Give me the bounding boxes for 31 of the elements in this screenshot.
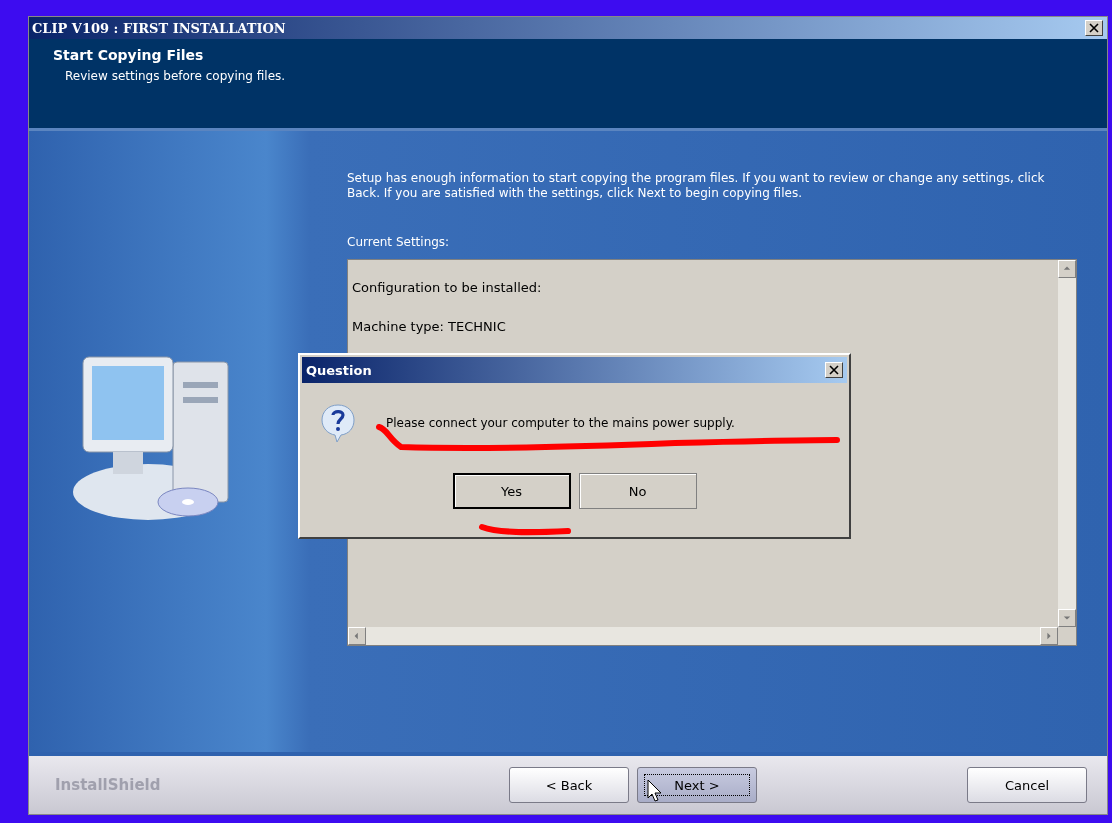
dialog-close-button[interactable] [825, 362, 843, 378]
settings-label: Current Settings: [347, 235, 451, 249]
up-arrow-icon [1063, 265, 1071, 273]
dialog-button[interactable]: Yes [452, 473, 571, 509]
settings-line: Machine type: TECHNIC [352, 319, 507, 334]
brand-label: InstallShield [55, 776, 162, 794]
left-arrow-icon [353, 632, 361, 640]
scroll-left-button[interactable] [348, 627, 366, 645]
intro-text: Setup has enough information to start copying the program files. If you want to review or change any settings, click Back. If you are satisfied with the settings, click Next to begin copying files. [347, 171, 1046, 201]
wizard-button[interactable]: Next > [637, 767, 757, 803]
step-title: Start Copying Files [53, 47, 205, 63]
mouse-pointer-icon [647, 779, 663, 803]
horizontal-scrollbar[interactable] [348, 627, 1058, 645]
scroll-up-button[interactable] [1058, 260, 1076, 278]
close-icon [829, 365, 839, 375]
vertical-scrollbar[interactable] [1058, 260, 1076, 627]
window-title: CLIP V109 : FIRST INSTALLATION [32, 20, 286, 36]
dialog-button[interactable]: No [578, 473, 697, 509]
wizard-button[interactable]: Cancel [967, 767, 1087, 803]
question-icon [320, 403, 356, 443]
close-button[interactable] [1085, 20, 1103, 36]
down-arrow-icon [1063, 614, 1071, 622]
dialog-title: Question [306, 362, 372, 378]
close-icon [1089, 23, 1099, 33]
dialog-message: Please connect your computer to the mains power supply. [386, 416, 735, 430]
scroll-down-button[interactable] [1058, 609, 1076, 627]
settings-line: Configuration to be installed: [352, 280, 543, 295]
wizard-button[interactable]: < Back [509, 767, 629, 803]
right-arrow-icon [1045, 632, 1053, 640]
step-subtitle: Review settings before copying files. [64, 69, 287, 83]
scroll-right-button[interactable] [1040, 627, 1058, 645]
